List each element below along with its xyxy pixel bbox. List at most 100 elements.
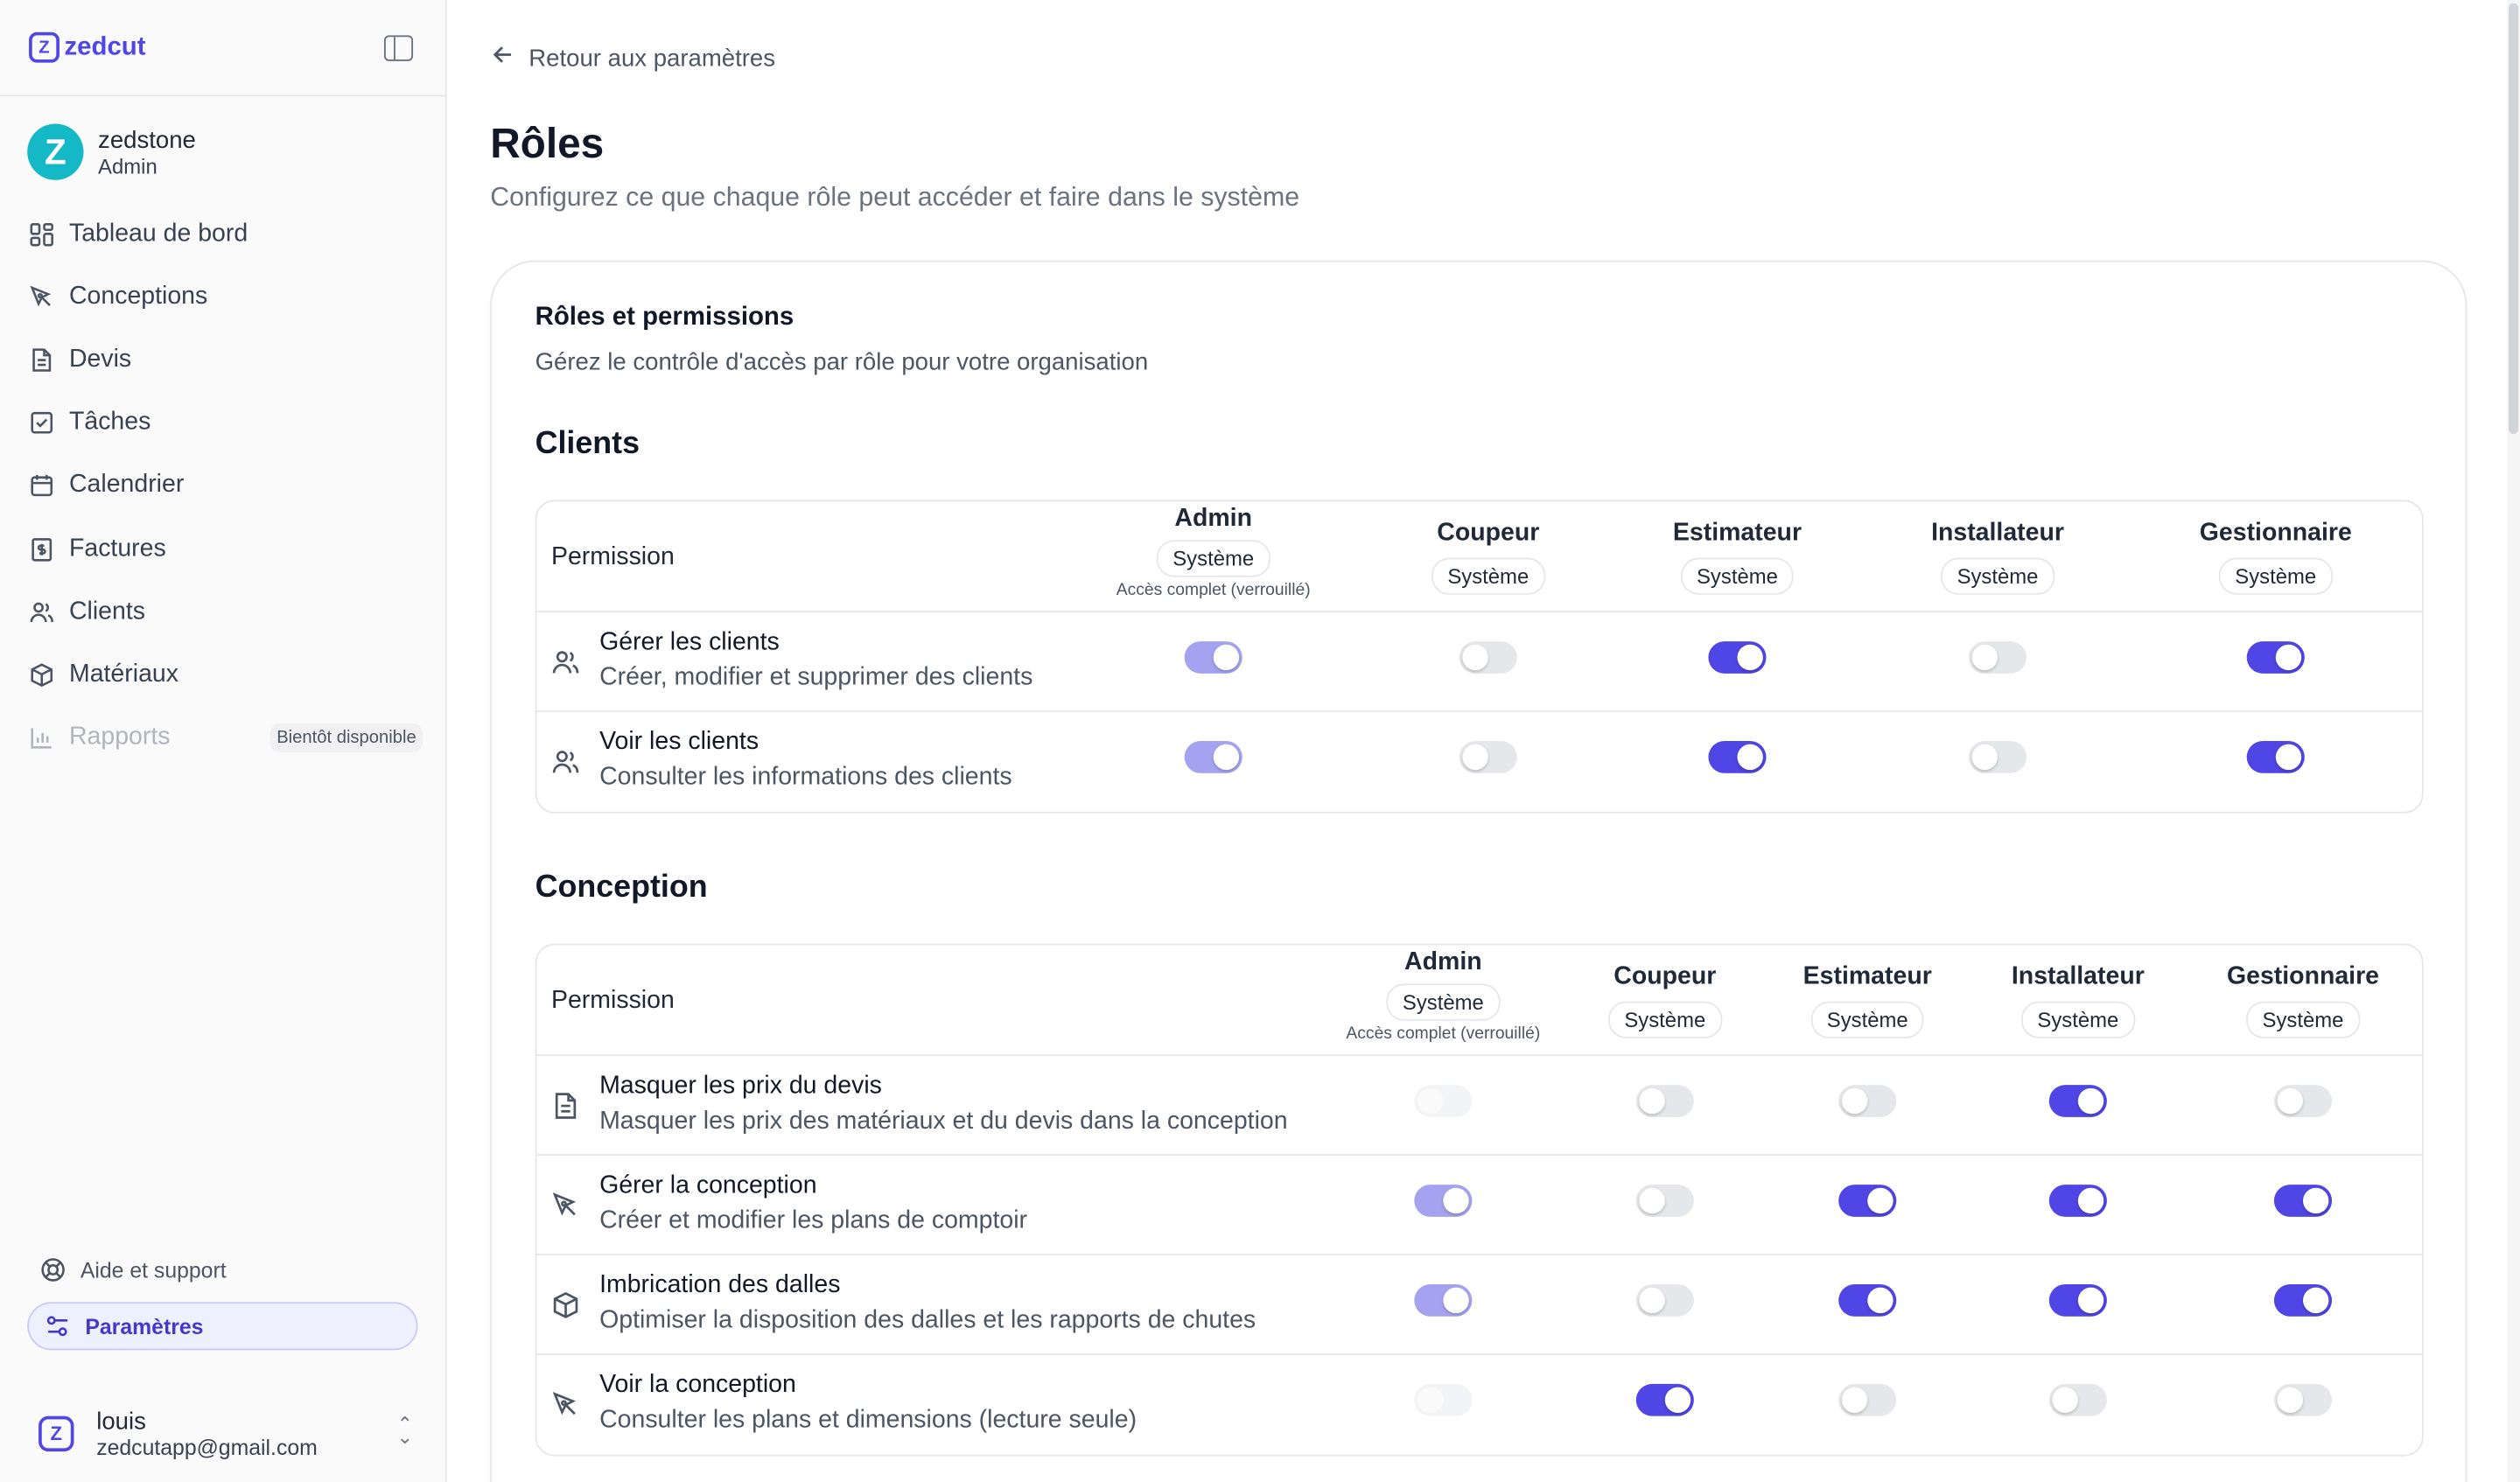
permission-toggle-installateur[interactable] xyxy=(2048,1284,2107,1317)
pen-tool-icon xyxy=(551,1390,580,1419)
app-logo[interactable]: Z zedcut xyxy=(29,31,146,63)
system-badge: Système xyxy=(2021,1001,2135,1038)
sidebar-item-label: Factures xyxy=(68,534,166,563)
permission-toggle-installateur[interactable] xyxy=(2048,1383,2107,1416)
admin-locked-note: Accès complet (verrouillé) xyxy=(1346,1024,1541,1044)
sidebar-item-tasks[interactable]: Tâches xyxy=(0,391,445,454)
zedcut-logo-icon: Z xyxy=(29,31,60,63)
permission-description: Consulter les plans et dimensions (lectu… xyxy=(599,1406,1138,1434)
permission-toggle-estimateur[interactable] xyxy=(1838,1284,1897,1317)
settings-label: Paramètres xyxy=(85,1313,204,1339)
user-name: louis xyxy=(96,1407,146,1435)
permission-toggle-gestionnaire[interactable] xyxy=(2273,1284,2333,1317)
permission-toggle-gestionnaire[interactable] xyxy=(2246,740,2305,773)
sidebar-toggle-icon[interactable] xyxy=(383,34,414,60)
roles-permissions-card: Rôles et permissions Gérez le contrôle d… xyxy=(490,260,2468,1482)
permissions-table-conception: Permission Admin Système Accès complet (… xyxy=(535,943,2424,1457)
page-scrollbar[interactable] xyxy=(2507,0,2520,1482)
section-title-clients: Clients xyxy=(535,425,640,462)
permission-toggle-installateur[interactable] xyxy=(1968,740,2027,773)
permission-toggle-gestionnaire[interactable] xyxy=(2246,641,2305,674)
permission-row: Masquer les prix du devis Masquer les pri… xyxy=(536,1056,2422,1157)
organization-avatar: Z xyxy=(27,123,84,180)
permission-description: Masquer les prix des matériaux et du dev… xyxy=(599,1107,1288,1136)
user-menu[interactable]: Z louis zedcutapp@gmail.com ⌃ ⌄ xyxy=(0,1386,445,1482)
permission-toggle-coupeur[interactable] xyxy=(1635,1185,1694,1217)
permission-toggle-admin xyxy=(1414,1085,1473,1117)
sidebar-item-settings[interactable]: Paramètres xyxy=(27,1302,418,1351)
sidebar-item-invoices[interactable]: Factures xyxy=(0,517,445,580)
sidebar: Z zedcut Z zedstone Admin Tableau de bor… xyxy=(0,0,447,1482)
permission-toggle-estimateur[interactable] xyxy=(1838,1085,1897,1117)
permission-row: Gérer les clients Créer, modifier et supp… xyxy=(536,612,2422,712)
main-content: Retour aux paramètres Rôles Configurez c… xyxy=(447,0,2520,1482)
sidebar-item-clients[interactable]: Clients xyxy=(0,580,445,643)
permission-toggle-estimateur[interactable] xyxy=(1838,1383,1897,1416)
permission-toggle-estimateur[interactable] xyxy=(1708,641,1767,674)
pen-tool-icon xyxy=(551,1191,580,1220)
table-body: Masquer les prix du devis Masquer les pri… xyxy=(536,1056,2422,1455)
dashboard-icon xyxy=(29,221,54,247)
permission-title: Gérer les clients xyxy=(599,628,780,656)
card-title: Rôles et permissions xyxy=(535,304,794,332)
coming-soon-badge: Bientôt disponible xyxy=(270,722,424,751)
permission-toggle-gestionnaire[interactable] xyxy=(2273,1085,2333,1117)
permission-toggle-installateur[interactable] xyxy=(1968,641,2027,674)
user-avatar: Z xyxy=(38,1416,74,1452)
sidebar-item-label: Matériaux xyxy=(68,660,178,689)
role-column-coupeur: Coupeur Système xyxy=(1431,501,1545,612)
help-support-link[interactable]: Aide et support xyxy=(0,1246,445,1294)
permission-toggle-admin xyxy=(1184,641,1242,674)
system-badge: Système xyxy=(1608,1001,1722,1038)
scrollbar-thumb[interactable] xyxy=(2509,3,2519,435)
user-email: zedcutapp@gmail.com xyxy=(96,1434,318,1459)
permission-row: Voir les clients Consulter les informatio… xyxy=(536,712,2421,812)
back-to-settings-link[interactable]: Retour aux paramètres xyxy=(490,42,775,74)
role-name: Gestionnaire xyxy=(2199,519,2352,547)
invoice-icon xyxy=(29,536,54,562)
role-column-installateur: Installateur Système xyxy=(1931,501,2064,612)
permission-toggle-gestionnaire[interactable] xyxy=(2273,1383,2333,1416)
chevron-up-down-icon[interactable]: ⌃ ⌄ xyxy=(397,1415,413,1447)
role-column-estimateur: Estimateur Système xyxy=(1803,945,1932,1056)
permissions-table-clients: Permission Admin Système Accès complet (… xyxy=(535,500,2424,814)
role-name: Admin xyxy=(1174,504,1252,533)
organization-role: Admin xyxy=(98,153,158,178)
sidebar-item-designs[interactable]: Conceptions xyxy=(0,265,445,328)
permission-description: Optimiser la disposition des dalles et l… xyxy=(599,1306,1256,1334)
arrow-left-icon xyxy=(490,42,515,74)
sidebar-item-quotes[interactable]: Devis xyxy=(0,328,445,391)
permission-toggle-coupeur[interactable] xyxy=(1459,641,1517,674)
permission-title: Voir la conception xyxy=(599,1371,796,1399)
sidebar-item-materials[interactable]: Matériaux xyxy=(0,643,445,706)
permission-toggle-coupeur[interactable] xyxy=(1635,1284,1694,1317)
permission-toggle-estimateur[interactable] xyxy=(1838,1185,1897,1217)
app-logo-text: zedcut xyxy=(64,32,146,60)
table-body: Gérer les clients Créer, modifier et supp… xyxy=(536,612,2422,812)
permission-toggle-coupeur[interactable] xyxy=(1635,1085,1694,1117)
organization-name: zedstone xyxy=(98,126,196,154)
permission-title: Voir les clients xyxy=(599,728,760,756)
users-icon xyxy=(29,599,54,625)
role-column-gestionnaire: Gestionnaire Système xyxy=(2200,501,2352,612)
permission-description: Consulter les informations des clients xyxy=(599,763,1012,791)
permission-column-header: Permission xyxy=(550,987,675,1015)
permission-toggle-coupeur[interactable] xyxy=(1635,1383,1694,1416)
permission-row: Imbrication des dalles Optimiser la dispo… xyxy=(536,1255,2422,1355)
permission-toggle-installateur[interactable] xyxy=(2048,1085,2107,1117)
table-header: Permission Admin Système Accès complet (… xyxy=(536,945,2422,1057)
system-badge: Système xyxy=(1156,540,1270,577)
document-icon xyxy=(29,347,54,373)
current-organization[interactable]: Z zedstone Admin xyxy=(0,96,445,180)
permission-toggle-installateur[interactable] xyxy=(2048,1185,2107,1217)
calendar-icon xyxy=(29,473,54,499)
sidebar-item-calendar[interactable]: Calendrier xyxy=(0,454,445,517)
permission-toggle-coupeur[interactable] xyxy=(1459,740,1517,773)
checkbox-icon xyxy=(29,410,54,436)
permission-toggle-gestionnaire[interactable] xyxy=(2273,1185,2333,1217)
permission-title: Imbrication des dalles xyxy=(599,1271,841,1299)
permission-toggle-estimateur[interactable] xyxy=(1708,740,1767,773)
role-column-admin: Admin Système Accès complet (verrouillé) xyxy=(1116,501,1311,612)
sidebar-item-label: Tâches xyxy=(68,408,151,437)
sidebar-item-dashboard[interactable]: Tableau de bord xyxy=(0,202,445,265)
